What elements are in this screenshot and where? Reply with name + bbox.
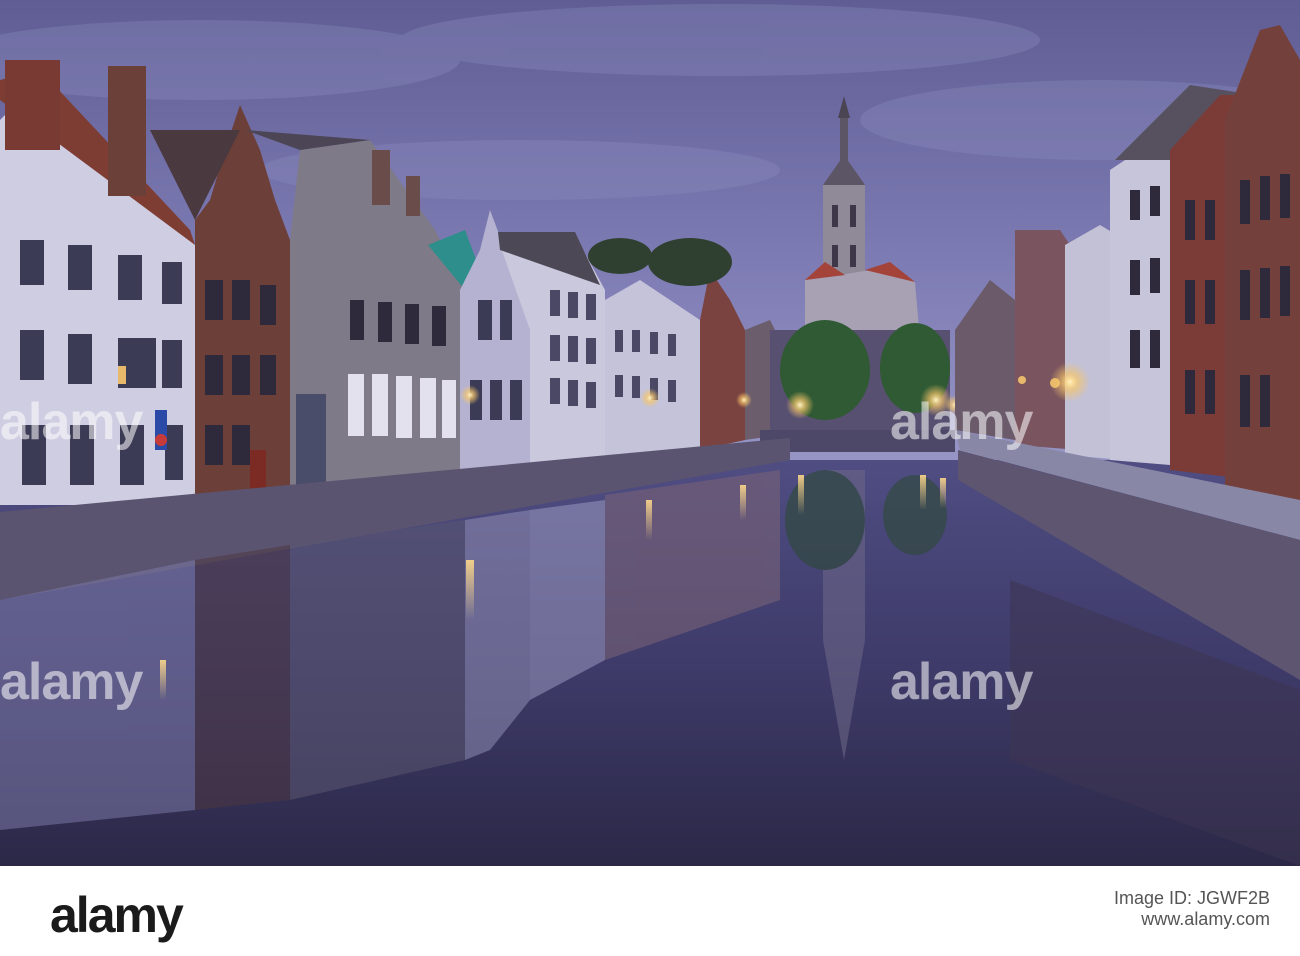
watermark: alamy	[0, 653, 143, 711]
watermark: alamy	[890, 393, 1033, 451]
footer-bar: alamy Image ID: JGWF2B www.alamy.com	[0, 866, 1300, 956]
image-info: Image ID: JGWF2B www.alamy.com	[1114, 888, 1270, 930]
watermark: alamy	[890, 653, 1033, 711]
canal-photo	[0, 0, 1300, 866]
watermark: alamy	[0, 393, 143, 451]
site-url[interactable]: www.alamy.com	[1114, 909, 1270, 930]
alamy-logo: alamy	[50, 887, 184, 943]
image-id: Image ID: JGWF2B	[1113, 888, 1270, 908]
